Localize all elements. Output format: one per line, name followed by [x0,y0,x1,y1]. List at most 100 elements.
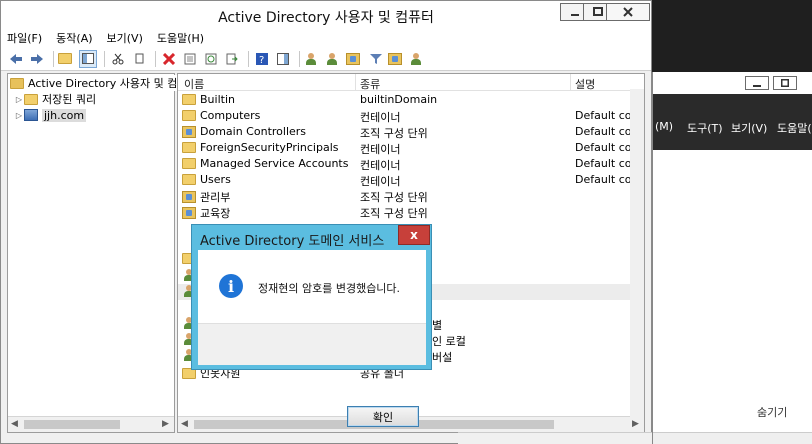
scroll-right-icon[interactable]: ▶ [632,419,639,429]
background-window[interactable]: (M) 도구(T) 보기(V) 도움말( 숨기기 [652,72,812,444]
table-row[interactable]: Users컨테이너Default contain [178,172,644,188]
back-button[interactable] [7,50,25,68]
new-group-button[interactable] [325,50,343,68]
scroll-left-icon[interactable]: ◀ [181,419,188,429]
column-divider[interactable] [355,74,356,91]
close-button[interactable] [606,3,650,21]
info-glyph: i [227,276,235,296]
scroll-thumb[interactable] [24,420,120,429]
row-type: 조직 구성 단위 [360,207,428,220]
row-type-partial: 별 [432,319,443,332]
find-button[interactable] [388,50,406,68]
svg-text:?: ? [259,55,264,65]
filter-button[interactable] [367,50,385,68]
ok-button[interactable]: 확인 [347,406,419,427]
row-name: 관리부 [200,191,231,204]
tree-horizontal-scrollbar[interactable]: ◀ ▶ [8,416,174,432]
row-name: Managed Service Accounts [200,157,349,170]
list-vertical-scrollbar[interactable] [630,89,644,417]
refresh-icon [205,53,217,64]
domain-icon [24,109,38,121]
table-row[interactable]: 교육장 조직 구성 단위 [178,204,644,220]
row-name: 교육장 [200,207,231,220]
help-icon: ? [256,52,268,65]
folder-icon [182,174,196,185]
group-icon [325,52,339,65]
user-icon [304,52,318,65]
properties-icon [184,53,196,64]
row-type: 조직 구성 단위 [360,127,428,140]
tree-root[interactable]: Active Directory 사용자 및 컴퓨 [10,75,188,91]
properties-button[interactable] [181,50,199,68]
column-header-description[interactable]: 설명 [575,76,595,92]
action-pane-button[interactable] [274,50,292,68]
folder-icon [182,158,196,169]
refresh-button[interactable] [202,50,220,68]
window-title: Active Directory 사용자 및 컴퓨터 [218,10,434,26]
table-row[interactable]: Domain Controllers조직 구성 단위Default contai… [178,124,644,140]
scroll-left-icon[interactable]: ◀ [11,419,18,429]
toolbar: ? [1,47,651,71]
dialog-title: Active Directory 도메인 서비스 [200,234,385,249]
copy-button[interactable] [130,50,148,68]
table-row[interactable]: Managed Service Accounts컨테이너Default cont… [178,156,644,172]
bg-menu-item[interactable]: (M) [655,120,673,133]
toolbar-separator [248,50,249,67]
minimize-button[interactable] [745,76,769,90]
show-tree-button[interactable] [79,49,97,68]
delete-button[interactable] [160,50,178,68]
minimize-icon [753,85,761,87]
background-title-bar[interactable] [653,72,812,94]
bg-menu-help[interactable]: 도움말( [777,120,812,136]
add-to-group-button[interactable] [409,50,427,68]
table-row[interactable]: 관리부 조직 구성 단위 [178,188,644,204]
dialog-close-button[interactable]: x [398,225,430,245]
row-name-cell: 교육장 [182,205,230,221]
background-status-strip [653,432,812,444]
new-user-button[interactable] [304,50,322,68]
row-name: Builtin [200,93,235,106]
close-icon: x [410,228,418,242]
row-type: 조직 구성 단위 [360,191,428,204]
table-row[interactable]: Builtin builtinDomain [178,92,644,108]
row-name-cell: Computers [182,109,260,122]
cut-button[interactable] [109,50,127,68]
bg-menu-tools[interactable]: 도구(T) [687,120,723,136]
tree-item-saved-queries[interactable]: ▷ 저장된 쿼리 [14,91,96,107]
column-divider[interactable] [570,74,571,91]
information-icon: i [219,274,243,298]
new-ou-button[interactable] [346,50,364,68]
hide-link[interactable]: 숨기기 [757,404,787,420]
expand-arrow-icon[interactable]: ▷ [14,111,24,120]
up-folder-button[interactable] [58,50,76,68]
toolbar-separator [155,50,156,67]
filter-funnel-icon [370,53,382,64]
menu-view[interactable]: 보기(V) [107,30,143,46]
forward-button[interactable] [28,50,46,68]
title-bar[interactable]: Active Directory 사용자 및 컴퓨터 [1,1,651,29]
ok-button-label: 확인 [372,410,394,424]
tree-item-domain[interactable]: ▷ jjh.com [14,107,87,123]
table-row[interactable]: Computers컨테이너Default contain [178,108,644,124]
bg-menu-view[interactable]: 보기(V) [731,120,767,136]
scroll-right-icon[interactable]: ▶ [162,419,169,429]
menu-help[interactable]: 도움말(H) [157,30,204,46]
forward-arrow-icon [31,53,43,64]
ou-icon [182,207,196,219]
dialog-message: 정재현의 암호를 변경했습니다. [258,282,401,295]
row-name-cell: Users [182,173,231,186]
background-strip [458,432,652,444]
export-button[interactable] [223,50,241,68]
table-row[interactable]: ForeignSecurityPrincipals컨테이너Default con… [178,140,644,156]
menu-action[interactable]: 동작(A) [56,30,92,46]
column-header-name[interactable]: 이름 [184,76,204,92]
ou-icon [182,191,196,203]
column-header-type[interactable]: 종류 [360,76,380,92]
row-name: ForeignSecurityPrincipals [200,141,339,154]
ad-root-icon [10,77,24,89]
help-button[interactable]: ? [253,50,271,68]
expand-arrow-icon[interactable]: ▷ [14,95,24,104]
maximize-button[interactable] [773,76,797,90]
export-icon [226,53,238,64]
menu-file[interactable]: 파일(F) [7,30,42,46]
